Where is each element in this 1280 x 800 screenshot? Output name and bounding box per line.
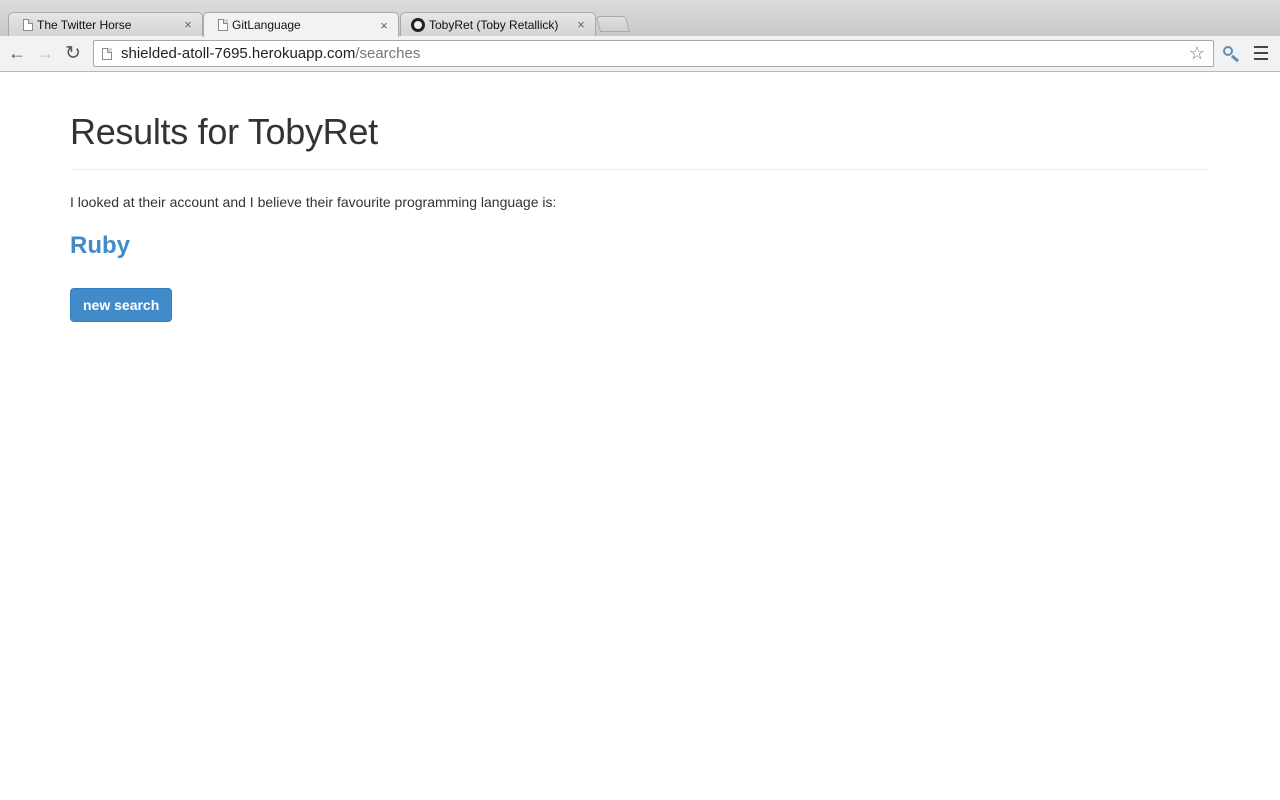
close-icon[interactable]: × (575, 17, 587, 32)
address-bar[interactable]: shielded-atoll-7695.herokuapp.com/search… (93, 40, 1214, 67)
page-title: Results for TobyRet (70, 111, 378, 152)
content-container: Results for TobyRet I looked at their ac… (70, 73, 1210, 322)
page-content: Results for TobyRet I looked at their ac… (0, 73, 1280, 800)
document-icon (218, 19, 228, 31)
tab-label: GitLanguage (232, 18, 301, 32)
new-search-button[interactable]: new search (70, 288, 173, 322)
page-header: Results for TobyRet (70, 73, 1210, 170)
new-tab-button[interactable] (595, 16, 631, 32)
document-icon (23, 18, 33, 31)
github-icon (411, 17, 425, 32)
extension-icon[interactable] (1222, 45, 1240, 63)
result-description: I looked at their account and I believe … (70, 194, 557, 210)
tab-gitlanguage[interactable]: GitLanguage × (203, 12, 399, 37)
page-icon (102, 47, 112, 60)
url-host: shielded-atoll-7695.herokuapp.com (121, 45, 356, 62)
forward-arrow-icon: → (36, 42, 54, 63)
close-icon[interactable]: × (378, 18, 390, 33)
tab-twitter-horse[interactable]: The Twitter Horse × (8, 12, 203, 36)
tab-label: The Twitter Horse (37, 17, 132, 32)
back-button[interactable]: ← (6, 42, 28, 64)
favourite-language: Ruby (70, 232, 130, 259)
forward-button[interactable]: → (34, 42, 56, 64)
browser-toolbar: ← → ↻ shielded-atoll-7695.herokuapp.com /… (0, 36, 1280, 72)
close-icon[interactable]: × (182, 17, 194, 32)
url-path: /searches (355, 45, 421, 62)
tab-tobyret[interactable]: TobyRet (Toby Retallick) × (400, 12, 596, 36)
back-arrow-icon: ← (8, 42, 26, 63)
menu-icon[interactable] (1254, 46, 1268, 60)
reload-button[interactable]: ↻ (62, 42, 84, 64)
tab-strip: The Twitter Horse × GitLanguage × TobyRe… (0, 0, 1280, 37)
tab-label: TobyRet (Toby Retallick) (429, 17, 559, 32)
reload-icon: ↻ (65, 42, 81, 64)
bookmark-star-icon[interactable]: ☆ (1189, 43, 1205, 64)
